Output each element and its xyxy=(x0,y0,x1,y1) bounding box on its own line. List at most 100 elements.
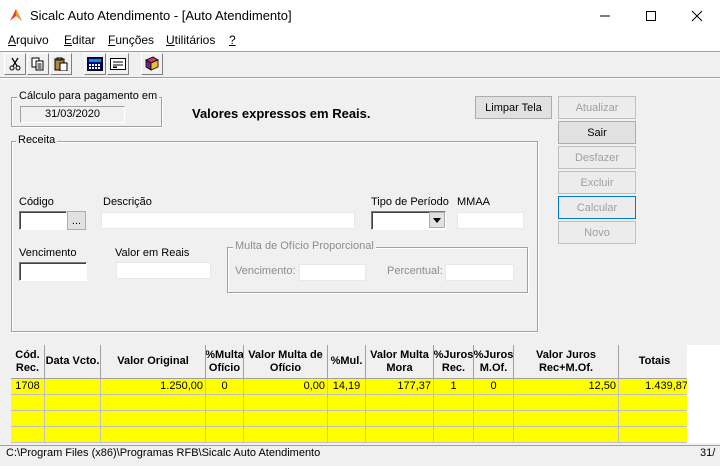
column-header-pct-mul: %Mul. xyxy=(328,345,366,379)
column-header-totais: Totais xyxy=(619,345,691,379)
menu-editar[interactable]: Editar xyxy=(64,33,95,47)
vencimento-input[interactable] xyxy=(19,262,87,281)
chevron-down-icon xyxy=(433,217,441,223)
table-cell-data-vcto[interactable] xyxy=(45,411,101,427)
codigo-lookup-button[interactable]: ... xyxy=(67,211,86,230)
status-path: C:\Program Files (x86)\Programas RFB\Sic… xyxy=(6,447,321,459)
novo-button[interactable]: Novo xyxy=(558,221,636,244)
table-cell-pct-juros-mof[interactable]: 0 xyxy=(474,379,514,395)
table-cell-valor-original[interactable] xyxy=(101,395,206,411)
table-cell-pct-multa-oficio[interactable]: 0 xyxy=(206,379,244,395)
table-cell-totais[interactable] xyxy=(619,427,691,443)
multa-legend: Multa de Ofício Proporcional xyxy=(233,240,376,252)
table-cell-data-vcto[interactable] xyxy=(45,427,101,443)
table-cell-pct-juros-mof[interactable] xyxy=(474,411,514,427)
copy-button[interactable] xyxy=(27,53,49,75)
menu-help[interactable]: ? xyxy=(229,33,236,47)
paste-button[interactable] xyxy=(50,53,72,75)
calcular-button[interactable]: Calcular xyxy=(558,196,636,219)
codigo-input[interactable] xyxy=(19,211,67,230)
table-cell-totais[interactable] xyxy=(619,395,691,411)
sair-button[interactable]: Sair xyxy=(558,121,636,144)
multa-percentual-field xyxy=(445,264,514,281)
table-cell-valor-original[interactable] xyxy=(101,427,206,443)
table-cell-valor-original[interactable] xyxy=(101,411,206,427)
table-cell-pct-mul[interactable] xyxy=(328,395,366,411)
table-cell-pct-multa-oficio[interactable] xyxy=(206,427,244,443)
app-icon xyxy=(8,7,24,23)
card-icon xyxy=(110,58,126,70)
descricao-label: Descrição xyxy=(103,196,152,208)
table-cell-valor-multa-oficio[interactable]: 0,00 xyxy=(244,379,328,395)
calc-date-value[interactable]: 31/03/2020 xyxy=(20,106,125,123)
table-cell-pct-juros-rec[interactable] xyxy=(434,411,474,427)
dropdown-arrow-button[interactable] xyxy=(429,212,445,228)
menu-accel: A xyxy=(8,33,17,47)
close-button[interactable] xyxy=(674,0,720,31)
tipo-periodo-label: Tipo de Período xyxy=(371,196,449,208)
table-cell-valor-multa-oficio[interactable] xyxy=(244,395,328,411)
table-cell-pct-mul[interactable] xyxy=(328,427,366,443)
descricao-field xyxy=(101,212,355,229)
minimize-button[interactable] xyxy=(582,0,628,31)
valor-field xyxy=(116,262,211,279)
table-cell-totais[interactable] xyxy=(619,411,691,427)
maximize-button[interactable] xyxy=(628,0,674,31)
table-cell-pct-multa-oficio[interactable] xyxy=(206,411,244,427)
limpar-tela-button[interactable]: Limpar Tela xyxy=(475,96,552,119)
calc-date-legend: Cálculo para pagamento em xyxy=(17,90,160,102)
menu-arquivo[interactable]: Arquivo xyxy=(8,33,49,47)
table-cell-cod-rec[interactable] xyxy=(11,427,45,443)
table-cell-valor-juros[interactable]: 12,50 xyxy=(514,379,619,395)
atualizar-button[interactable]: Atualizar xyxy=(558,96,636,119)
multa-vencimento-label: Vencimento: xyxy=(235,265,296,277)
column-header-pct-juros-rec: %Juros Rec. xyxy=(434,345,474,379)
paste-icon xyxy=(54,57,68,71)
table-cell-data-vcto[interactable] xyxy=(45,379,101,395)
menu-label: rquivo xyxy=(16,33,49,47)
table-cell-valor-multa-mora[interactable] xyxy=(366,411,434,427)
table-cell-cod-rec[interactable] xyxy=(11,411,45,427)
table-cell-valor-juros[interactable] xyxy=(514,395,619,411)
table-cell-pct-mul[interactable]: 14,19 xyxy=(328,379,366,395)
table-cell-pct-multa-oficio[interactable] xyxy=(206,395,244,411)
column-header-valor-original: Valor Original xyxy=(101,345,206,379)
valor-label: Valor em Reais xyxy=(115,247,190,259)
table-cell-pct-juros-rec[interactable]: 1 xyxy=(434,379,474,395)
table-cell-pct-mul[interactable] xyxy=(328,411,366,427)
column-header-valor-juros: Valor Juros Rec+M.Of. xyxy=(514,345,619,379)
table-cell-pct-juros-rec[interactable] xyxy=(434,395,474,411)
tipo-periodo-select[interactable] xyxy=(371,211,446,230)
excluir-button[interactable]: Excluir xyxy=(558,171,636,194)
table-cell-pct-juros-rec[interactable] xyxy=(434,427,474,443)
table-cell-data-vcto[interactable] xyxy=(45,395,101,411)
mmaa-label: MMAA xyxy=(457,196,490,208)
column-header-pct-juros-mof: %Juros M.Of. xyxy=(474,345,514,379)
desfazer-button[interactable]: Desfazer xyxy=(558,146,636,169)
maximize-icon xyxy=(646,10,656,21)
table-cell-valor-multa-mora[interactable] xyxy=(366,427,434,443)
table-cell-pct-juros-mof[interactable] xyxy=(474,427,514,443)
table-cell-valor-juros[interactable] xyxy=(514,411,619,427)
table-cell-valor-multa-oficio[interactable] xyxy=(244,411,328,427)
table-cell-totais[interactable]: 1.439,87 xyxy=(619,379,691,395)
table-cell-cod-rec[interactable]: 1708 xyxy=(11,379,45,395)
table-cell-valor-juros[interactable] xyxy=(514,427,619,443)
menu-label: unções xyxy=(115,33,155,47)
cut-button[interactable] xyxy=(4,53,26,75)
table-cell-cod-rec[interactable] xyxy=(11,395,45,411)
table-cell-valor-multa-mora[interactable]: 177,37 xyxy=(366,379,434,395)
table-cell-valor-original[interactable]: 1.250,00 xyxy=(101,379,206,395)
menu-label: tilitários xyxy=(174,33,216,47)
column-header-pct-multa-oficio: %Multa Ofício xyxy=(206,345,244,379)
menu-funcoes[interactable]: Funções xyxy=(108,33,154,47)
table-cell-valor-multa-oficio[interactable] xyxy=(244,427,328,443)
card-button[interactable] xyxy=(107,53,129,75)
minimize-icon xyxy=(600,15,610,16)
calculator-button[interactable] xyxy=(84,53,106,75)
column-header-cod-rec: Cód. Rec. xyxy=(11,345,45,379)
book-button[interactable] xyxy=(141,53,163,75)
menu-utilitarios[interactable]: Utilitários xyxy=(166,33,215,47)
table-cell-valor-multa-mora[interactable] xyxy=(366,395,434,411)
table-cell-pct-juros-mof[interactable] xyxy=(474,395,514,411)
